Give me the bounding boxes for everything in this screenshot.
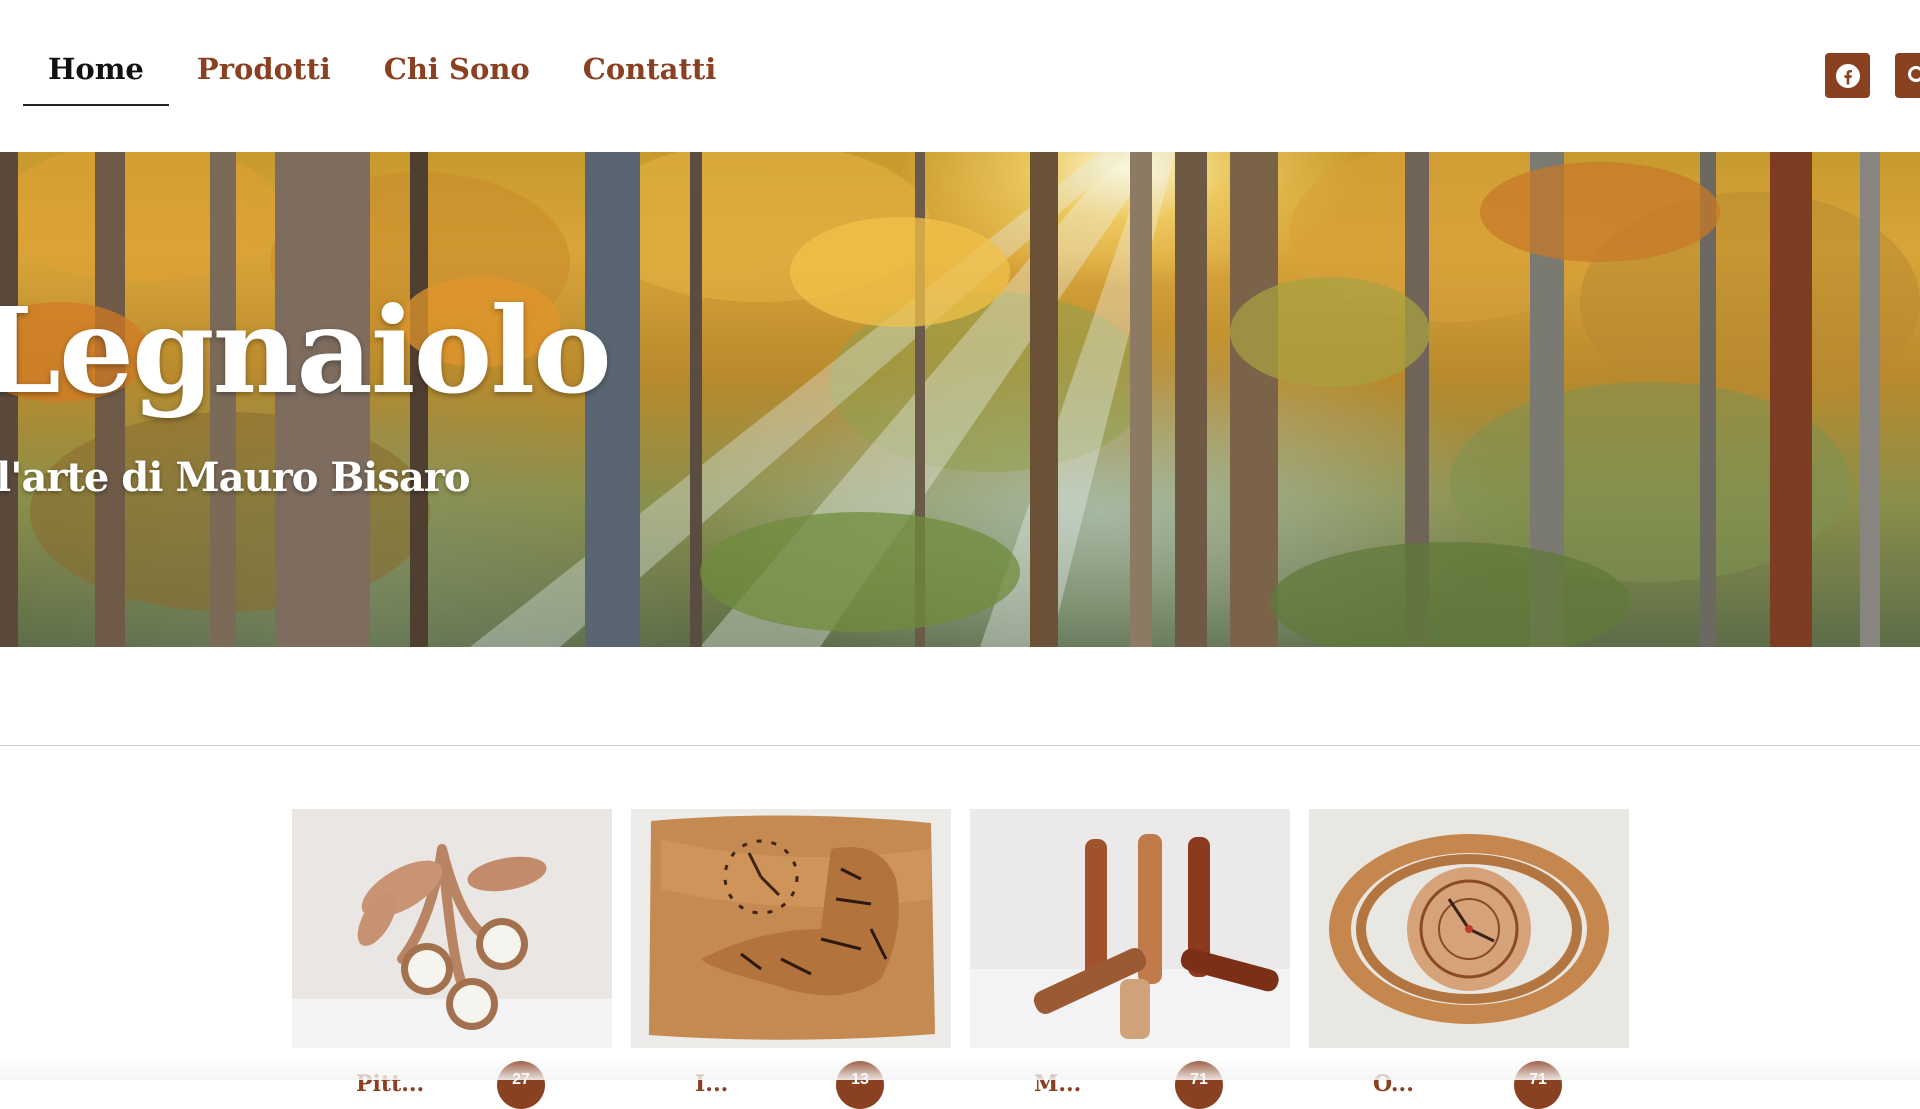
category-card-macinapepe[interactable]: M... 71 — [970, 809, 1290, 1080]
site-title: Legnaiolo — [0, 292, 610, 410]
category-label: O... — [1373, 1071, 1414, 1097]
category-image — [1309, 809, 1629, 1048]
category-label: M... — [1034, 1071, 1081, 1097]
category-card-pitture[interactable]: Pitt... 27 — [292, 809, 612, 1080]
search-button[interactable] — [1895, 53, 1920, 98]
category-card-intarsio[interactable]: I... 13 — [631, 809, 951, 1080]
nav-item-home[interactable]: Home — [23, 52, 169, 106]
category-count-badge: 71 — [1514, 1061, 1562, 1109]
category-count-badge: 13 — [836, 1061, 884, 1109]
main-nav: Home Prodotti Chi Sono Contatti — [23, 52, 744, 106]
nav-item-contatti[interactable]: Contatti — [558, 52, 742, 106]
search-icon — [1906, 64, 1920, 88]
facebook-button[interactable] — [1825, 53, 1870, 98]
category-image — [631, 809, 951, 1048]
facebook-icon — [1835, 63, 1861, 89]
category-label: I... — [695, 1071, 728, 1097]
category-grid: Pitt... 27 I... 13 — [292, 809, 1628, 1080]
hero-banner: Legnaiolo l'arte di Mauro Bisaro — [0, 152, 1920, 647]
nav-item-chi-sono[interactable]: Chi Sono — [359, 52, 555, 106]
category-card-orologi[interactable]: O... 71 — [1309, 809, 1629, 1080]
section-divider — [0, 745, 1920, 746]
category-image — [292, 809, 612, 1048]
category-count-badge: 71 — [1175, 1061, 1223, 1109]
site-header: Home Prodotti Chi Sono Contatti — [0, 0, 1920, 152]
site-subtitle: l'arte di Mauro Bisaro — [0, 458, 470, 498]
category-label: Pitt... — [356, 1071, 424, 1097]
category-count-badge: 27 — [497, 1061, 545, 1109]
category-image — [970, 809, 1290, 1048]
nav-item-prodotti[interactable]: Prodotti — [172, 52, 356, 106]
